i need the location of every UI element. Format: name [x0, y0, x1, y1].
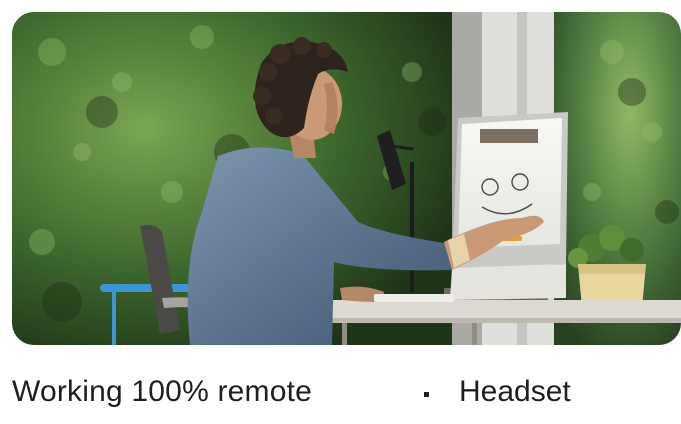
bullet-icon [424, 391, 429, 397]
feature-list-item: Headset [424, 375, 571, 409]
feature-label: Headset [459, 375, 571, 408]
hero-photo [12, 12, 681, 345]
card-caption: Working 100% remote [12, 375, 313, 408]
